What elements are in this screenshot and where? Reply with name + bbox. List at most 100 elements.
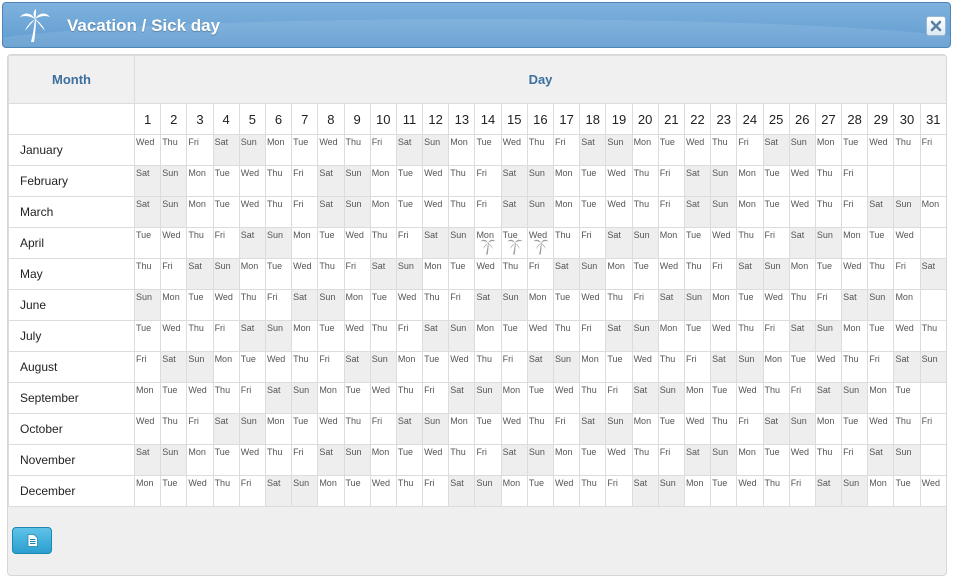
day-cell[interactable]: Wed	[710, 320, 738, 352]
day-cell[interactable]: Sun	[448, 227, 476, 259]
day-cell[interactable]: Wed	[683, 413, 712, 445]
day-cell[interactable]: Sat	[212, 134, 240, 166]
day-cell[interactable]: Fri	[788, 475, 816, 507]
day-cell[interactable]: Mon	[369, 165, 397, 197]
day-cell[interactable]: Sun	[710, 196, 738, 228]
day-cell[interactable]: Sat	[526, 351, 555, 383]
day-cell[interactable]: Fri	[919, 413, 946, 445]
day-cell[interactable]: Fri	[657, 444, 685, 476]
day-cell[interactable]: Sat	[814, 382, 843, 414]
day-cell[interactable]: Tue	[893, 382, 921, 414]
day-cell[interactable]: Mon	[317, 382, 345, 414]
day-cell[interactable]: Sun	[893, 196, 921, 228]
day-cell[interactable]: Thu	[526, 134, 555, 166]
day-cell[interactable]: Fri	[657, 196, 685, 228]
day-cell[interactable]: Mon	[474, 227, 502, 259]
day-cell[interactable]: Sun	[395, 258, 424, 290]
day-cell[interactable]: Thu	[814, 196, 843, 228]
day-cell[interactable]: Wed	[422, 165, 450, 197]
day-cell[interactable]: Sat	[893, 351, 921, 383]
day-cell[interactable]: Sat	[160, 351, 188, 383]
day-cell[interactable]: Mon	[552, 196, 581, 228]
day-cell[interactable]: Mon	[186, 165, 214, 197]
day-cell[interactable]: Mon	[186, 444, 214, 476]
day-cell[interactable]: Fri	[552, 134, 581, 166]
day-cell[interactable]: Mon	[448, 134, 476, 166]
day-cell[interactable]: Thu	[605, 289, 633, 321]
day-cell[interactable]: Fri	[395, 320, 424, 352]
day-cell[interactable]: Wed	[605, 444, 633, 476]
day-cell[interactable]: Sun	[736, 351, 764, 383]
day-cell[interactable]: Fri	[710, 258, 738, 290]
day-cell[interactable]: Thu	[762, 382, 790, 414]
day-cell[interactable]: Thu	[343, 413, 371, 445]
day-cell[interactable]: Wed	[788, 444, 816, 476]
day-cell[interactable]: Thu	[422, 289, 450, 321]
day-cell[interactable]: Fri	[238, 382, 266, 414]
day-cell[interactable]: Thu	[186, 320, 214, 352]
day-cell[interactable]: Thu	[212, 382, 240, 414]
day-cell[interactable]: Sat	[683, 444, 712, 476]
day-cell[interactable]: Sat	[133, 444, 162, 476]
day-cell[interactable]: Mon	[369, 196, 397, 228]
day-cell[interactable]: Wed	[291, 258, 319, 290]
day-cell[interactable]: Tue	[788, 351, 816, 383]
day-cell[interactable]: Sun	[657, 382, 685, 414]
day-cell[interactable]: Sat	[579, 413, 607, 445]
day-cell[interactable]: Mon	[762, 351, 790, 383]
day-cell[interactable]: Fri	[264, 289, 293, 321]
day-cell[interactable]: Thu	[631, 165, 659, 197]
day-cell[interactable]: Fri	[133, 351, 162, 383]
day-cell[interactable]: Sun	[160, 196, 188, 228]
day-cell[interactable]: Tue	[657, 134, 685, 166]
day-cell[interactable]: Fri	[422, 475, 450, 507]
day-cell[interactable]: Tue	[133, 320, 162, 352]
day-cell[interactable]: Fri	[212, 227, 240, 259]
day-cell[interactable]: Tue	[526, 475, 555, 507]
day-cell[interactable]: Fri	[369, 413, 397, 445]
day-cell[interactable]: Sat	[343, 351, 371, 383]
day-cell[interactable]: Sun	[343, 196, 371, 228]
day-cell[interactable]: Thu	[631, 444, 659, 476]
day-cell[interactable]: Tue	[867, 227, 895, 259]
day-cell[interactable]: Tue	[291, 134, 319, 166]
day-cell[interactable]: Tue	[526, 382, 555, 414]
day-cell[interactable]: Tue	[291, 413, 319, 445]
day-cell[interactable]: Sun	[605, 134, 633, 166]
day-cell[interactable]: Tue	[841, 413, 869, 445]
day-cell[interactable]: Thu	[133, 258, 162, 290]
day-cell[interactable]: Tue	[395, 444, 424, 476]
day-cell[interactable]: Mon	[133, 475, 162, 507]
day-cell[interactable]: Mon	[291, 227, 319, 259]
day-cell[interactable]: Wed	[893, 320, 921, 352]
day-cell[interactable]: Wed	[762, 289, 790, 321]
day-cell[interactable]: Sat	[867, 196, 895, 228]
day-cell[interactable]: Sat	[605, 320, 633, 352]
day-cell[interactable]: Wed	[736, 382, 764, 414]
day-cell[interactable]: Sat	[133, 196, 162, 228]
day-cell[interactable]: Sun	[343, 444, 371, 476]
day-cell[interactable]: Tue	[500, 227, 528, 259]
day-cell[interactable]: Tue	[579, 165, 607, 197]
day-cell[interactable]: Tue	[657, 413, 685, 445]
day-cell[interactable]: Wed	[422, 444, 450, 476]
day-cell[interactable]: Sat	[919, 258, 946, 290]
day-cell[interactable]: Fri	[841, 165, 869, 197]
day-cell[interactable]: Thu	[552, 320, 581, 352]
day-cell[interactable]: Thu	[788, 289, 816, 321]
day-cell[interactable]: Wed	[526, 227, 555, 259]
day-cell[interactable]: Sun	[841, 382, 869, 414]
day-cell[interactable]: Tue	[160, 475, 188, 507]
day-cell[interactable]: Wed	[343, 227, 371, 259]
day-cell[interactable]: Sat	[264, 475, 293, 507]
day-cell[interactable]: Thu	[631, 196, 659, 228]
day-cell[interactable]: Mon	[710, 289, 738, 321]
day-cell[interactable]: Tue	[474, 413, 502, 445]
day-cell[interactable]: Mon	[395, 351, 424, 383]
day-cell[interactable]: Sun	[867, 289, 895, 321]
day-cell[interactable]: Tue	[395, 165, 424, 197]
day-cell[interactable]: Wed	[867, 413, 895, 445]
day-cell[interactable]: Mon	[867, 382, 895, 414]
day-cell[interactable]: Mon	[160, 289, 188, 321]
day-cell[interactable]: Sun	[500, 289, 528, 321]
